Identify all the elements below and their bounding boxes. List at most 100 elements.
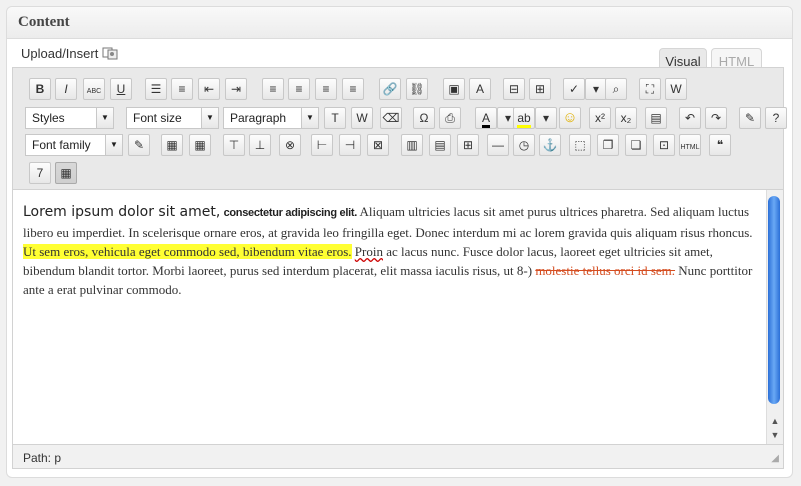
merge-cells-button[interactable]: ▤ — [429, 134, 451, 156]
italic-button[interactable]: I — [55, 78, 77, 100]
insert-col-before-icon: ⊢ — [316, 138, 328, 152]
delete-row-button[interactable]: ⊗ — [279, 134, 301, 156]
indent-icon: ⇥ — [230, 82, 242, 96]
insert-col-before-button[interactable]: ⊢ — [311, 134, 333, 156]
bullet-list-button[interactable]: ☰ — [145, 78, 167, 100]
superscript-icon: x² — [595, 111, 605, 125]
underline-button[interactable]: U — [110, 78, 132, 100]
page-break-button[interactable]: ⊞ — [529, 78, 551, 100]
numbered-list-button[interactable]: ≡ — [171, 78, 193, 100]
bold-icon: B — [35, 82, 45, 96]
highlight-color-button[interactable]: ab — [513, 107, 535, 129]
scroll-up-icon[interactable]: ▲ — [767, 415, 783, 427]
html-source-icon: HTML — [680, 144, 700, 151]
editor-toolbar: B I ABC U ☰ ≡ ⇤ ⇥ ≡ ≡ ≡ ≡ 🔗 ⛓ ▣ A ⊟ ⊞ ✓ ▾ ⌕ ⛶ W Styles ▼ Font s… — [12, 67, 787, 189]
resize-handle-icon[interactable]: ◢ — [771, 453, 779, 464]
spellcheck-dropdown-button[interactable]: ▾ — [585, 78, 607, 100]
chevron-down-icon: ▼ — [201, 108, 218, 128]
paste-from-word-button[interactable]: W — [351, 107, 373, 129]
table-row-props-button[interactable]: ▦ — [161, 134, 183, 156]
paste-word-button[interactable]: W — [665, 78, 687, 100]
find-button[interactable]: ⌕ — [605, 78, 627, 100]
align-center-button[interactable]: ≡ — [288, 78, 310, 100]
media-insert-icon[interactable] — [102, 46, 118, 60]
scrollbar-thumb[interactable] — [768, 196, 780, 404]
split-cells-icon: ▥ — [406, 138, 418, 152]
editor-area[interactable]: Lorem ipsum dolor sit amet, consectetur … — [12, 189, 784, 445]
indent-button[interactable]: ⇥ — [225, 78, 247, 100]
chevron-down-icon: ▼ — [96, 108, 113, 128]
split-cells-button[interactable]: ▥ — [401, 134, 423, 156]
redo-button[interactable]: ↷ — [705, 107, 727, 129]
highlight-color-dropdown[interactable]: ▾ — [535, 107, 557, 129]
edit-css-icon: ✎ — [133, 138, 145, 152]
insert-row-after-button[interactable]: ⊥ — [249, 134, 271, 156]
insert-font-button[interactable]: A — [469, 78, 491, 100]
edit-html-button[interactable]: ✎ — [739, 107, 761, 129]
insert-date-button[interactable]: 7 — [29, 162, 51, 184]
insert-table-icon: ▦ — [60, 166, 72, 180]
emoticon-button[interactable]: ☺ — [559, 107, 581, 129]
insert-col-after-button[interactable]: ⊣ — [339, 134, 361, 156]
help-button[interactable]: ? — [765, 107, 787, 129]
subscript-button[interactable]: x₂ — [615, 107, 637, 129]
insert-media-button[interactable]: ▤ — [645, 107, 667, 129]
undo-button[interactable]: ↶ — [679, 107, 701, 129]
html-source-button[interactable]: HTML — [679, 134, 701, 156]
table-cell-props-button[interactable]: ▦ — [189, 134, 211, 156]
text-color-button[interactable]: A — [475, 107, 497, 129]
anchor-button[interactable]: ⚓ — [539, 134, 561, 156]
outdent-button[interactable]: ⇤ — [198, 78, 220, 100]
insert-more-button[interactable]: ⊟ — [503, 78, 525, 100]
layer-forward-button[interactable]: ❐ — [597, 134, 619, 156]
highlight-color-icon: ▾ — [542, 111, 550, 125]
vertical-scrollbar[interactable]: ▲ ▼ — [766, 190, 783, 444]
panel-title: Content — [18, 14, 70, 30]
align-right-button[interactable]: ≡ — [342, 78, 364, 100]
numbered-list-icon: ≡ — [178, 82, 186, 96]
remove-format-button[interactable]: ⌫ — [380, 107, 402, 129]
insert-row-before-icon: ⊤ — [228, 138, 240, 152]
edit-html-icon: ✎ — [744, 111, 756, 125]
bold-button[interactable]: B — [29, 78, 51, 100]
delete-col-button[interactable]: ⊠ — [367, 134, 389, 156]
superscript-button[interactable]: x² — [589, 107, 611, 129]
panel-header: Content — [7, 7, 792, 39]
delete-col-icon: ⊠ — [372, 138, 384, 152]
strikethrough-text: molestie tellus orci id sem. — [535, 263, 676, 278]
print-button[interactable]: ⎙ — [439, 107, 461, 129]
insert-media-icon: ▤ — [650, 111, 662, 125]
insert-date-time-button[interactable]: ◷ — [513, 134, 535, 156]
visual-aid-button[interactable]: ⬚ — [569, 134, 591, 156]
unlink-button[interactable]: ⛓ — [406, 78, 428, 100]
insert-layer-button[interactable]: ⊡ — [653, 134, 675, 156]
styles-select[interactable]: Styles ▼ — [25, 107, 114, 129]
paste-text-button[interactable]: T — [324, 107, 346, 129]
insert-image-button[interactable]: ▣ — [443, 78, 465, 100]
font-size-select[interactable]: Font size ▼ — [126, 107, 219, 129]
insert-table-button[interactable]: ▦ — [55, 162, 77, 184]
special-char-button[interactable]: Ω — [413, 107, 435, 129]
layer-backward-button[interactable]: ❏ — [625, 134, 647, 156]
chevron-down-icon: ▼ — [301, 108, 318, 128]
format-select[interactable]: Paragraph ▼ — [223, 107, 319, 129]
scroll-down-icon[interactable]: ▼ — [767, 429, 783, 441]
editor-content[interactable]: Lorem ipsum dolor sit amet, consectetur … — [23, 202, 763, 299]
blockquote-button[interactable]: ❝ — [709, 134, 731, 156]
strikethrough-button[interactable]: ABC — [83, 78, 105, 100]
text-color-icon: A — [481, 111, 490, 128]
insert-link-icon: 🔗 — [382, 82, 398, 96]
insert-link-button[interactable]: 🔗 — [379, 78, 401, 100]
align-left-button[interactable]: ≡ — [262, 78, 284, 100]
fullscreen-button[interactable]: ⛶ — [639, 78, 661, 100]
text-color-icon: ▾ — [504, 111, 512, 125]
font-family-select[interactable]: Font family ▼ — [25, 134, 123, 156]
spellcheck-button[interactable]: ✓ — [563, 78, 585, 100]
align-justify-button[interactable]: ≡ — [315, 78, 337, 100]
edit-css-button[interactable]: ✎ — [128, 134, 150, 156]
insert-layer-icon: ⊡ — [658, 138, 670, 152]
insert-row-before-button[interactable]: ⊤ — [223, 134, 245, 156]
delete-table-button[interactable]: ⊞ — [457, 134, 479, 156]
horizontal-rule-button[interactable]: — — [487, 134, 509, 156]
table-cell-props-icon: ▦ — [194, 138, 206, 152]
